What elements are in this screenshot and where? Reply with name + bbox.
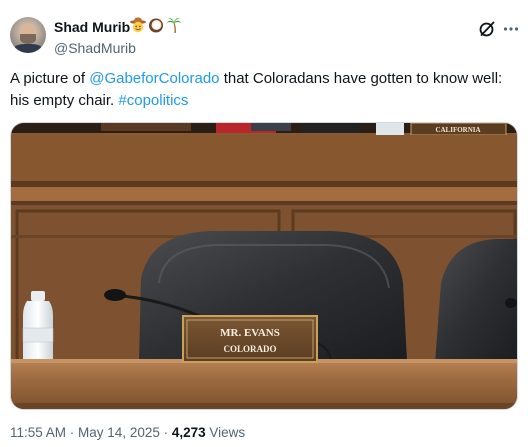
author-handle[interactable]: @ShadMurib (54, 39, 136, 57)
tweet-date-link[interactable]: May 14, 2025 (78, 425, 160, 440)
tweet[interactable]: Shad Murib @ShadMurib A picture of @Gabe… (0, 0, 528, 447)
more-dots-icon[interactable] (502, 20, 520, 38)
meta-separator: · (159, 425, 172, 440)
meta-separator: · (66, 425, 79, 440)
hashtag-link[interactable]: #copolitics (118, 92, 188, 109)
tweet-text-part-1: A picture of (10, 70, 90, 87)
nameplate-line-2: COLORADO (223, 344, 276, 354)
tweet-meta: 11:55 AM · May 14, 2025 · 4,273 Views (10, 424, 245, 442)
background-nameplate: CALIFORNIA (435, 126, 480, 134)
nameplate-line-1: MR. EVANS (220, 327, 280, 339)
grok-slash-circle-icon[interactable] (478, 20, 496, 38)
author-display-name[interactable]: Shad Murib (54, 18, 130, 36)
tweet-photo[interactable]: CALIFORNIA MR. EVANS COLORADO (10, 122, 518, 410)
palm-tree-emoji (167, 17, 181, 33)
views-count: 4,273 (171, 425, 206, 440)
views-label: Views (205, 425, 246, 440)
coconut-emoji (149, 18, 163, 33)
avatar[interactable] (10, 17, 46, 53)
avatar-beard (20, 34, 36, 44)
name-emojis (130, 17, 182, 33)
empty-chair-photo: CALIFORNIA MR. EVANS COLORADO (11, 123, 517, 409)
mention-link[interactable]: @GabeforColorado (89, 70, 219, 87)
tweet-time-link[interactable]: 11:55 AM (10, 425, 66, 440)
avatar-shirt (13, 44, 43, 53)
tweet-text: A picture of @GabeforColorado that Color… (10, 68, 515, 112)
cowboy-face-emoji (130, 17, 146, 33)
